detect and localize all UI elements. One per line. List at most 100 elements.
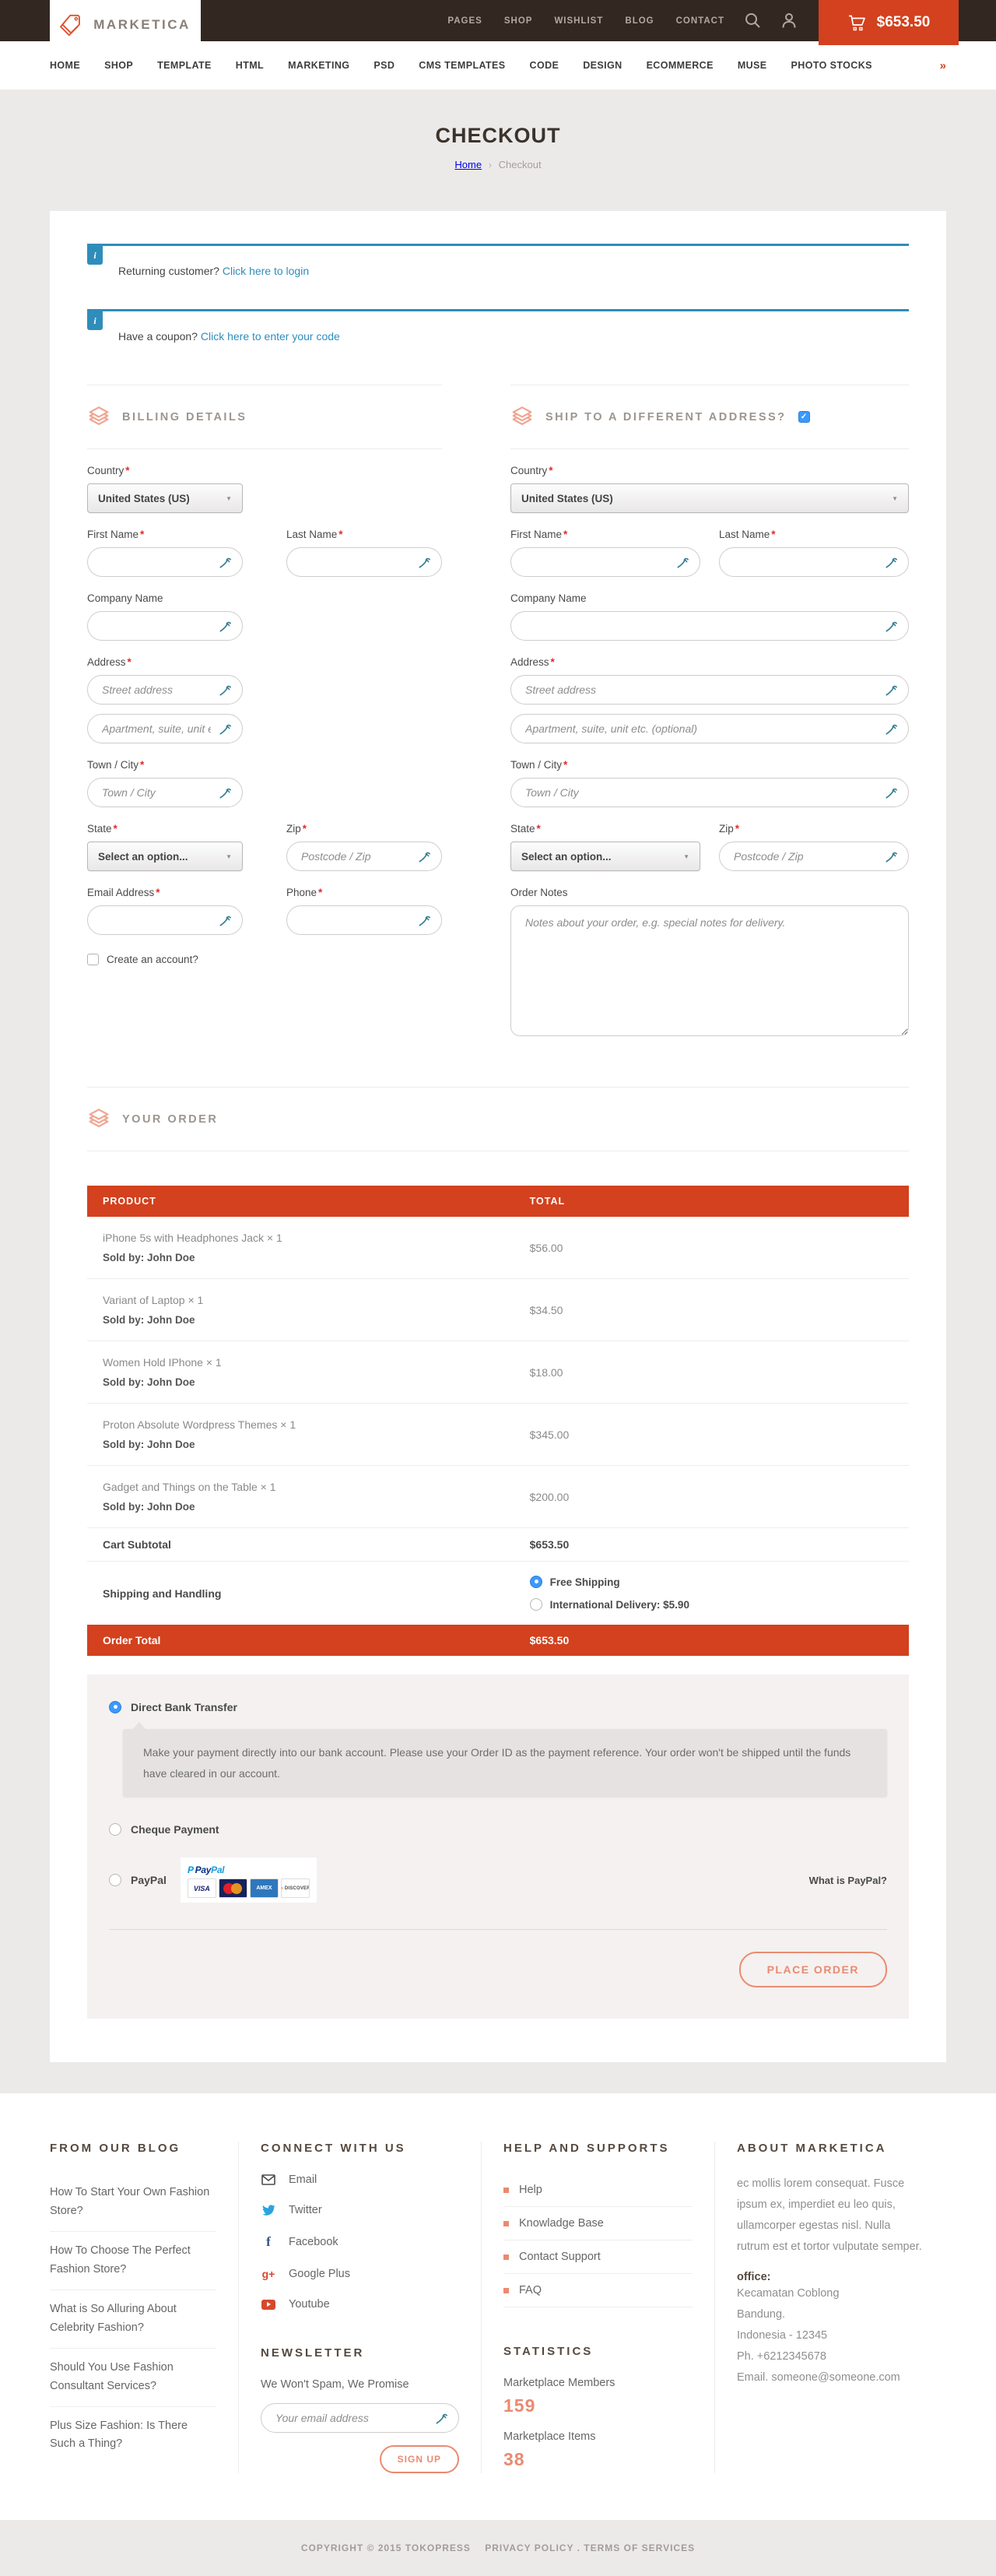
international-delivery-option[interactable]: International Delivery: $5.90: [530, 1598, 893, 1611]
social-twitter-link[interactable]: Twitter: [261, 2204, 459, 2216]
social-facebook-link[interactable]: f Facebook: [261, 2234, 459, 2250]
blog-link[interactable]: How To Choose The Perfect Fashion Store?: [50, 2232, 216, 2290]
menu-code[interactable]: CODE: [530, 60, 559, 71]
required-mark: *: [140, 759, 144, 771]
shipping-town-input[interactable]: [511, 778, 908, 807]
menu-shop[interactable]: SHOP: [104, 60, 133, 71]
social-youtube-link[interactable]: Youtube: [261, 2298, 459, 2311]
free-shipping-option[interactable]: Free Shipping: [530, 1576, 893, 1588]
terms-of-services-link[interactable]: TERMS OF SERVICES: [584, 2543, 695, 2553]
menu-design[interactable]: DESIGN: [583, 60, 622, 71]
required-mark: *: [735, 823, 739, 835]
order-notes-textarea[interactable]: [510, 905, 909, 1036]
product-vendor: Sold by: John Doe: [103, 1376, 530, 1388]
newsletter-signup-button[interactable]: SIGN UP: [380, 2445, 459, 2473]
town-label: Town / City*: [87, 759, 243, 771]
menu-html[interactable]: HTML: [236, 60, 264, 71]
shipping-street-input[interactable]: [511, 676, 908, 704]
top-nav-pages[interactable]: PAGES: [447, 16, 482, 26]
autofill-icon: [219, 620, 232, 633]
menu-home[interactable]: HOME: [50, 60, 80, 71]
menu-marketing[interactable]: MARKETING: [288, 60, 349, 71]
radio-icon[interactable]: [530, 1598, 542, 1611]
menu-cms-templates[interactable]: CMS TEMPLATES: [419, 60, 505, 71]
brand-name: MARKETICA: [93, 17, 191, 33]
page-head: CHECKOUT Home › Checkout: [0, 90, 996, 211]
country-label: Country*: [510, 465, 909, 476]
billing-country-select[interactable]: United States (US) ▼: [87, 483, 243, 513]
shipping-last-name-input[interactable]: [720, 548, 908, 576]
social-email-link[interactable]: Email: [261, 2174, 459, 2186]
menu-muse[interactable]: MUSE: [738, 60, 767, 71]
autofill-icon: [418, 556, 431, 569]
radio-icon[interactable]: [109, 1874, 121, 1886]
radio-icon[interactable]: [109, 1823, 121, 1836]
blog-link[interactable]: How To Start Your Own Fashion Store?: [50, 2174, 216, 2232]
login-link[interactable]: Click here to login: [223, 265, 309, 277]
radio-selected-icon[interactable]: [109, 1701, 121, 1713]
cheque-payment-option[interactable]: Cheque Payment: [109, 1823, 887, 1836]
menu-ecommerce[interactable]: ECOMMERCE: [647, 60, 714, 71]
cart-subtotal-row: Cart Subtotal $653.50: [87, 1528, 909, 1562]
shipping-state-select[interactable]: Select an option... ▼: [510, 842, 700, 871]
knowledge-base-link[interactable]: Knowladge Base: [503, 2207, 693, 2240]
cheque-payment-label: Cheque Payment: [131, 1823, 219, 1836]
faq-link[interactable]: FAQ: [503, 2274, 693, 2307]
shipping-company-input[interactable]: [511, 612, 908, 640]
shipping-zip-input[interactable]: [720, 842, 908, 870]
selected-state: Select an option...: [98, 851, 188, 863]
shipping-apartment-input[interactable]: [511, 715, 908, 743]
top-nav-wishlist[interactable]: WISHLIST: [554, 16, 603, 26]
menu-more-icon[interactable]: »: [940, 59, 946, 72]
company-label: Company Name: [510, 592, 909, 604]
blog-link[interactable]: Should You Use Fashion Consultant Servic…: [50, 2349, 216, 2407]
info-icon: i: [87, 246, 103, 265]
autofill-icon: [219, 914, 232, 927]
top-nav-contact[interactable]: CONTACT: [676, 16, 724, 26]
help-link[interactable]: Help: [503, 2174, 693, 2207]
create-account-checkbox[interactable]: [87, 954, 99, 965]
menu-photo-stocks[interactable]: PHOTO STOCKS: [791, 60, 872, 71]
order-notes-label: Order Notes: [510, 887, 909, 898]
town-label: Town / City*: [510, 759, 909, 771]
privacy-policy-link[interactable]: PRIVACY POLICY: [485, 2543, 573, 2553]
blog-link[interactable]: Plus Size Fashion: Is There Such a Thing…: [50, 2407, 216, 2465]
facebook-icon: f: [261, 2234, 276, 2250]
autofill-icon: [219, 684, 232, 697]
top-nav-blog[interactable]: BLOG: [625, 16, 654, 26]
cart-subtotal-value: $653.50: [530, 1538, 893, 1551]
shipping-country-select[interactable]: United States (US) ▼: [510, 483, 909, 513]
radio-selected-icon[interactable]: [530, 1576, 542, 1588]
breadcrumb-home[interactable]: Home: [454, 159, 482, 170]
cart-button[interactable]: $653.50: [819, 0, 959, 45]
menu-psd[interactable]: PSD: [374, 60, 395, 71]
contact-support-link[interactable]: Contact Support: [503, 2240, 693, 2274]
autofill-icon: [885, 722, 898, 736]
top-nav-shop[interactable]: SHOP: [504, 16, 533, 26]
newsletter-email-input[interactable]: [261, 2404, 458, 2432]
chevron-down-icon: ▼: [226, 853, 232, 860]
paypal-cards-image: PPayPal VISA AMEX ● DISCOVER: [181, 1857, 317, 1903]
blog-link[interactable]: What is So Alluring About Celebrity Fash…: [50, 2290, 216, 2349]
social-google-plus-link[interactable]: g+ Google Plus: [261, 2268, 459, 2280]
what-is-paypal-link[interactable]: What is PayPal?: [809, 1875, 887, 1886]
required-mark: *: [318, 887, 322, 898]
ship-different-checkbox[interactable]: ✓: [798, 411, 810, 423]
menu-template[interactable]: TEMPLATE: [157, 60, 212, 71]
search-icon[interactable]: [745, 12, 761, 29]
brand-logo[interactable]: MARKETICA: [50, 0, 201, 49]
address-label: Address*: [87, 656, 243, 668]
bank-transfer-option[interactable]: Direct Bank Transfer: [109, 1701, 887, 1713]
user-account-icon[interactable]: [781, 12, 797, 29]
newsletter-title: NEWSLETTER: [261, 2346, 459, 2360]
bullet-square-icon: [503, 2288, 509, 2293]
page-title: CHECKOUT: [0, 124, 996, 148]
product-name: iPhone 5s with Headphones Jack × 1: [103, 1232, 530, 1244]
product-name: Variant of Laptop × 1: [103, 1294, 530, 1306]
paypal-option[interactable]: PayPal PPayPal VISA AMEX ● DISCOVER What…: [109, 1857, 887, 1903]
shipping-first-name-input[interactable]: [511, 548, 700, 576]
coupon-link[interactable]: Click here to enter your code: [201, 330, 340, 343]
place-order-button[interactable]: PLACE ORDER: [739, 1952, 887, 1987]
billing-state-select[interactable]: Select an option... ▼: [87, 842, 243, 871]
top-nav: PAGES SHOP WISHLIST BLOG CONTACT: [447, 16, 724, 26]
